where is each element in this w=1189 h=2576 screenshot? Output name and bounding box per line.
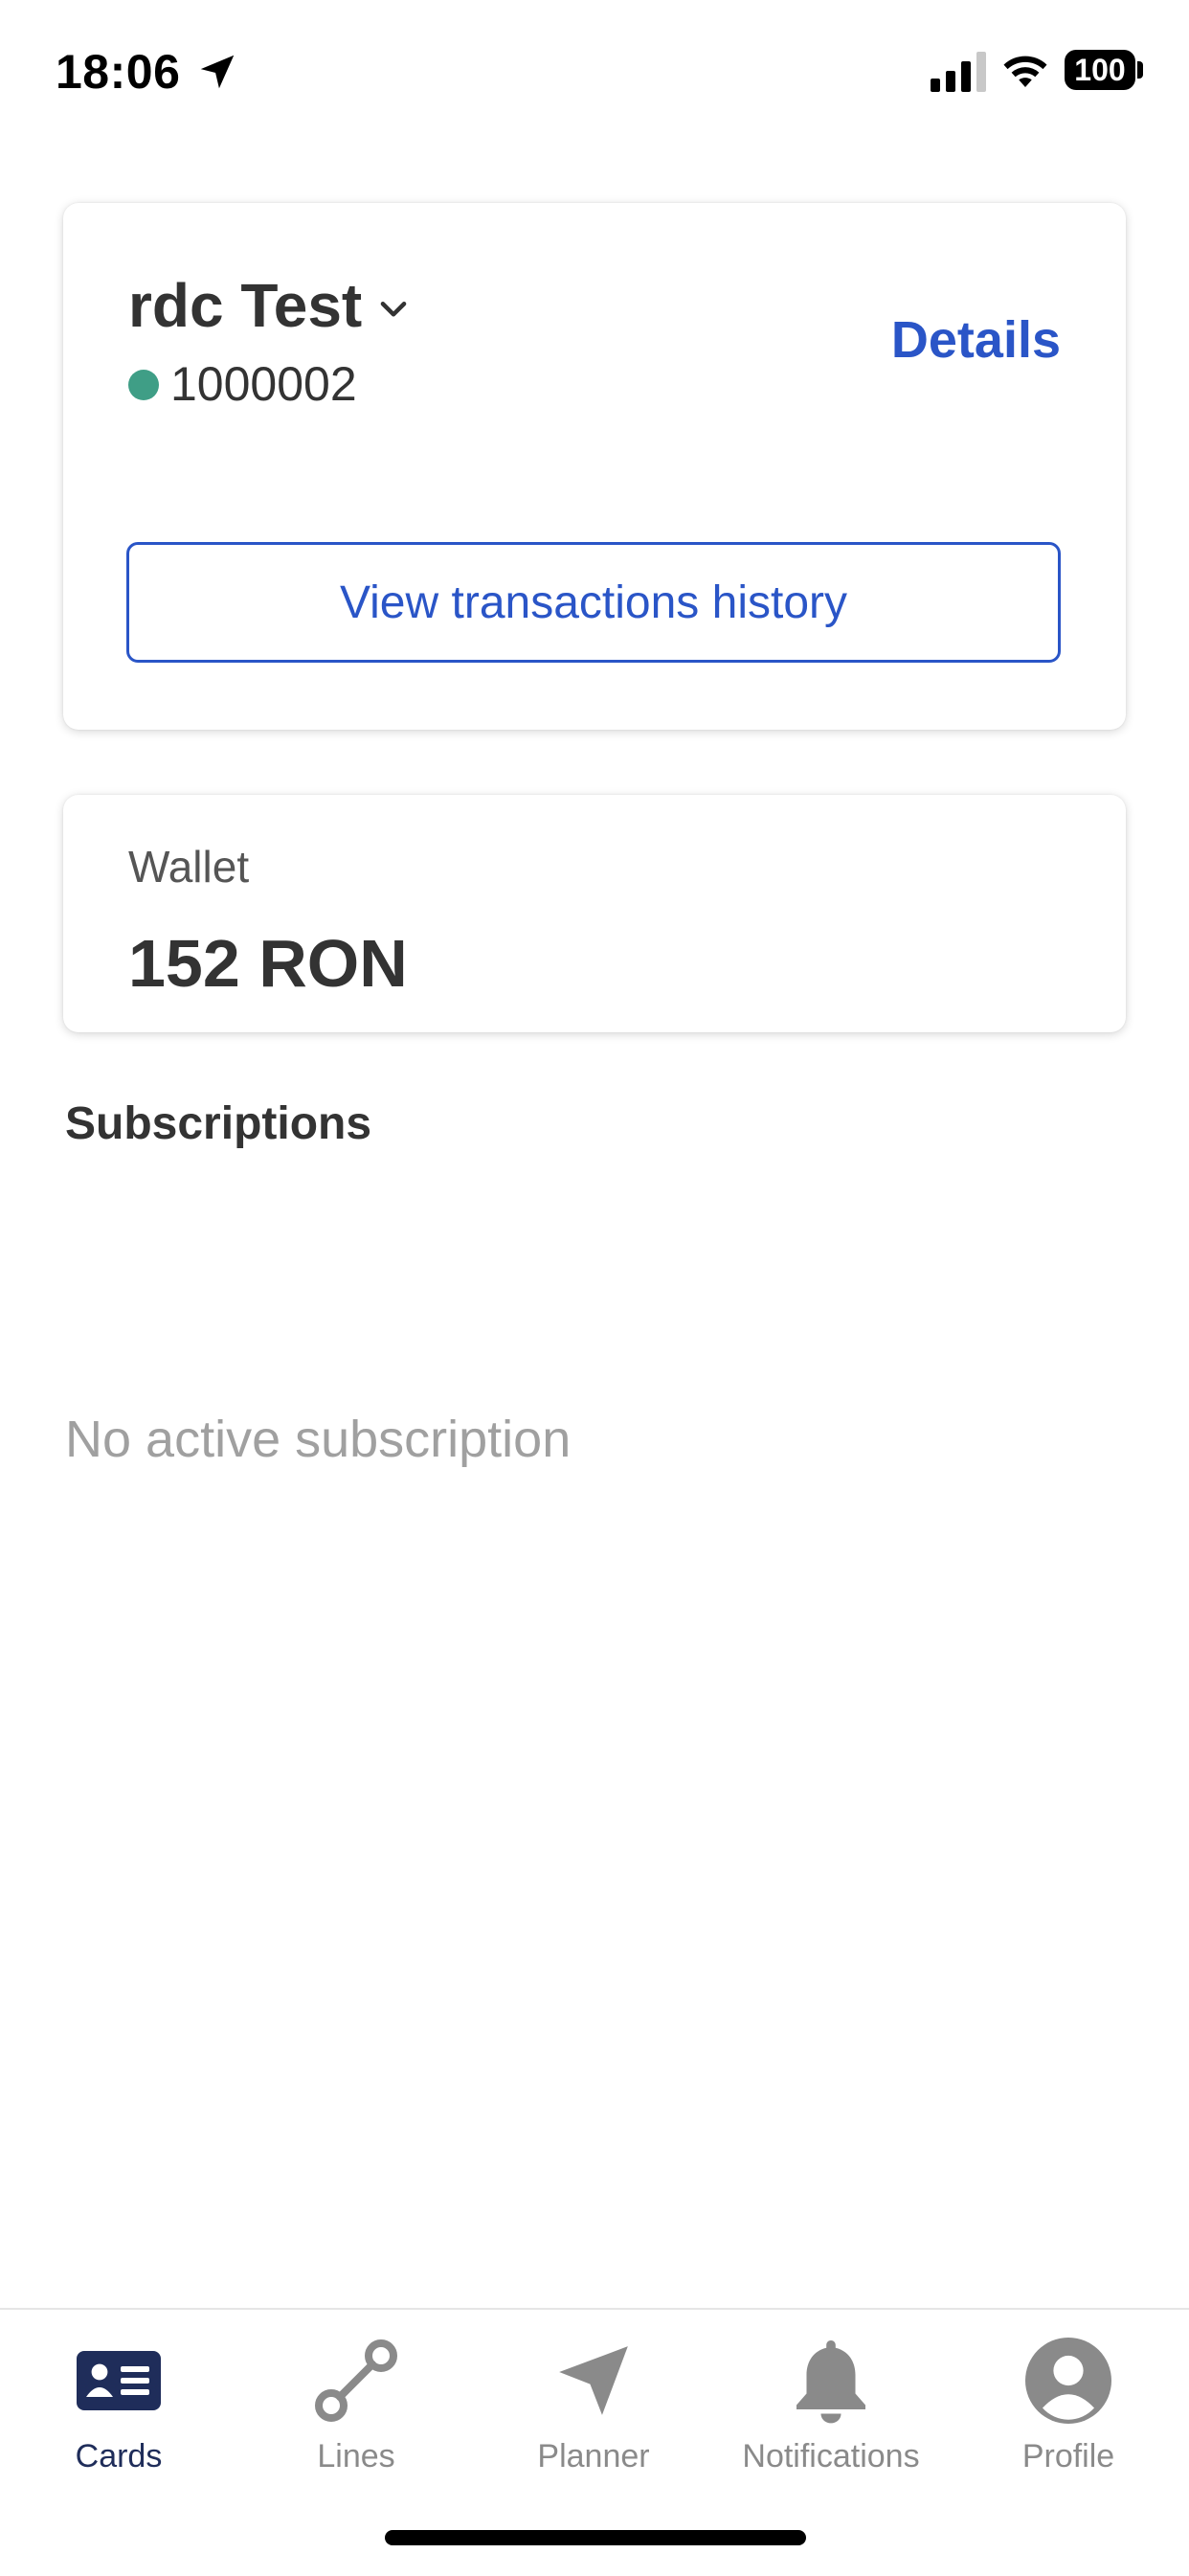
route-icon — [315, 2339, 397, 2422]
tab-label: Lines — [317, 2438, 395, 2474]
wallet-label: Wallet — [128, 842, 250, 892]
tab-profile[interactable]: Profile — [950, 2329, 1187, 2475]
user-avatar-icon — [1025, 2338, 1111, 2424]
card-selector[interactable]: rdc Test — [128, 270, 412, 341]
active-status-dot — [128, 370, 159, 400]
tab-label: Profile — [1021, 2438, 1115, 2474]
chevron-down-icon — [380, 302, 407, 317]
battery-tip — [1137, 61, 1143, 79]
navigation-arrow-icon — [559, 2346, 628, 2415]
id-card-icon — [77, 2351, 161, 2410]
tab-planner[interactable]: Planner — [475, 2329, 712, 2475]
wifi-icon — [1003, 56, 1047, 87]
subscriptions-title: Subscriptions — [65, 1098, 372, 1149]
card-number: 1000002 — [170, 357, 357, 411]
location-arrow-icon — [200, 55, 235, 89]
tab-label: Cards — [75, 2438, 163, 2474]
details-link[interactable]: Details — [891, 310, 1061, 370]
card-name: rdc Test — [128, 271, 363, 340]
status-time: 18:06 — [56, 45, 181, 99]
tab-lines[interactable]: Lines — [237, 2329, 475, 2475]
tab-label: Notifications — [742, 2438, 920, 2474]
tab-notifications[interactable]: Notifications — [712, 2329, 950, 2475]
transport-card: rdc Test 1000002 Details View transactio… — [63, 203, 1126, 730]
view-transactions-history-button[interactable]: View transactions history — [126, 542, 1061, 663]
signal-icon — [931, 52, 986, 92]
tab-label: Planner — [537, 2438, 650, 2474]
status-bar: 18:06 100 — [0, 0, 1189, 144]
no-subscription-text: No active subscription — [65, 1411, 572, 1468]
wallet-card: Wallet 152 RON — [63, 795, 1126, 1032]
wallet-balance: 152 RON — [128, 926, 408, 1001]
home-indicator — [385, 2530, 806, 2545]
battery-icon: 100 — [1065, 50, 1135, 90]
tab-cards[interactable]: Cards — [0, 2329, 237, 2475]
bell-icon — [796, 2340, 865, 2424]
